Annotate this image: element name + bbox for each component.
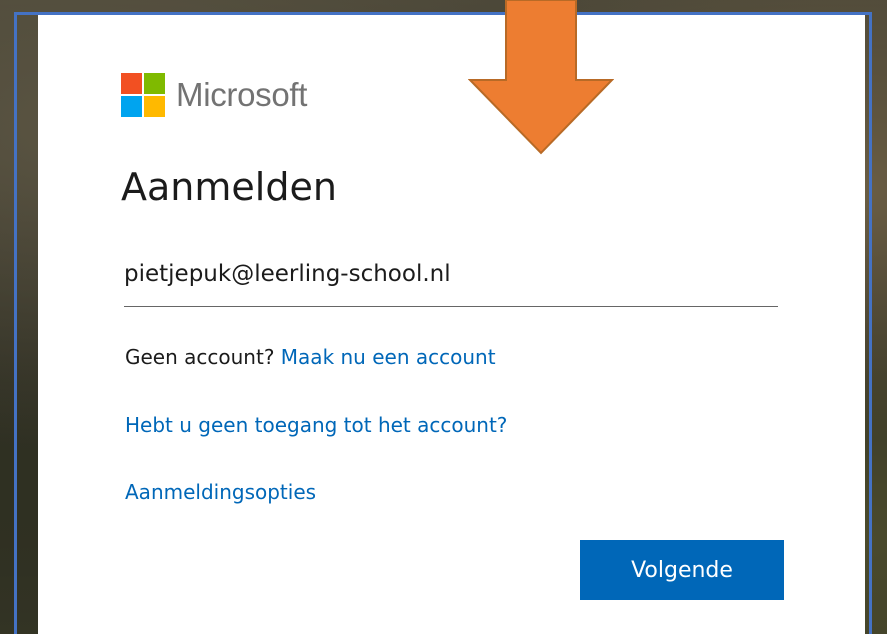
no-account-text: Geen account? <box>125 345 275 369</box>
microsoft-logo-icon <box>121 73 165 117</box>
no-access-link[interactable]: Hebt u geen toegang tot het account? <box>125 413 507 437</box>
brand-name: Microsoft <box>176 76 308 113</box>
create-account-link[interactable]: Maak nu een account <box>281 345 496 369</box>
page-title: Aanmelden <box>121 165 337 209</box>
signin-options-row: Aanmeldingsopties <box>125 480 316 504</box>
no-access-row: Hebt u geen toegang tot het account? <box>125 413 507 437</box>
email-field[interactable] <box>124 252 778 307</box>
down-arrow-icon <box>468 0 614 155</box>
email-input[interactable] <box>124 252 778 296</box>
next-button[interactable]: Volgende <box>580 540 784 600</box>
no-account-row: Geen account? Maak nu een account <box>125 345 496 369</box>
microsoft-logo: Microsoft <box>121 73 307 117</box>
signin-options-link[interactable]: Aanmeldingsopties <box>125 480 316 504</box>
screen: Microsoft Aanmelden Geen account? Maak n… <box>0 0 887 634</box>
signin-card: Microsoft Aanmelden Geen account? Maak n… <box>38 15 865 634</box>
